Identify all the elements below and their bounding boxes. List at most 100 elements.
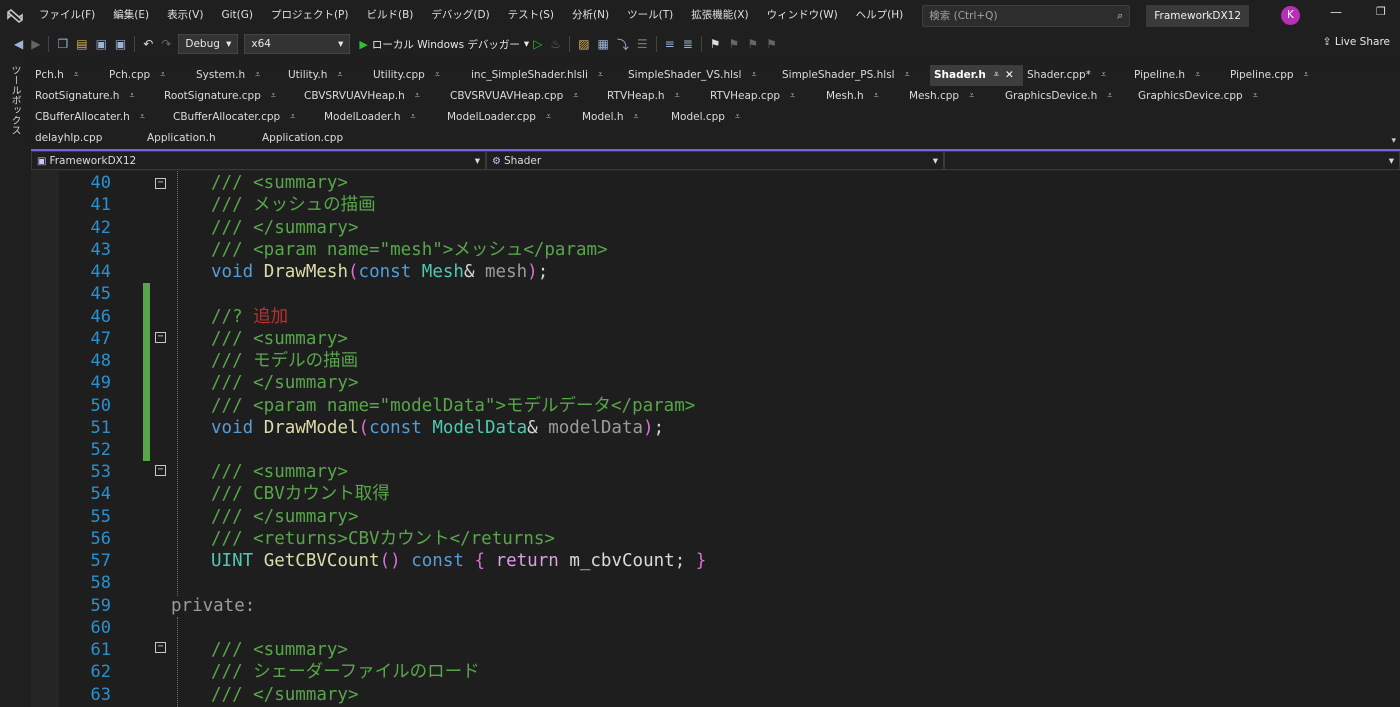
pin-icon[interactable]: ⩡ bbox=[735, 107, 740, 128]
minimize-icon[interactable]: — bbox=[1330, 5, 1342, 19]
clear-bookmarks-icon[interactable]: ⚑ bbox=[766, 37, 777, 51]
undo-icon[interactable]: ↶ bbox=[143, 37, 153, 51]
step-icon[interactable]: ⤵ bbox=[617, 36, 629, 53]
tab-utility-h[interactable]: Utility.h ⩡ bbox=[284, 65, 369, 86]
pin-icon[interactable]: ⩡ bbox=[994, 65, 999, 86]
tab-rtvheap-cpp[interactable]: RTVHeap.cpp ⩡ bbox=[706, 86, 822, 107]
redo-icon[interactable]: ↷ bbox=[161, 37, 171, 51]
pin-icon[interactable]: ⩡ bbox=[1101, 65, 1106, 86]
uncomment-icon[interactable]: ≣ bbox=[683, 37, 693, 51]
layout-icon[interactable]: ▦ bbox=[598, 37, 609, 51]
menu-debug[interactable]: デバッグ(D) bbox=[422, 0, 498, 31]
menu-tools[interactable]: ツール(T) bbox=[618, 0, 682, 31]
tab-delayhlp-cpp[interactable]: delayhlp.cpp bbox=[31, 128, 143, 149]
tab-model-h[interactable]: Model.h ⩡ bbox=[578, 107, 667, 128]
pin-icon[interactable]: ⩡ bbox=[129, 86, 134, 107]
pin-icon[interactable]: ⩡ bbox=[74, 65, 79, 86]
pin-icon[interactable]: ⩡ bbox=[1107, 86, 1112, 107]
search-input[interactable]: 検索 (Ctrl+Q) ⌕ bbox=[922, 4, 1131, 27]
tab-rootsignature-cpp[interactable]: RootSignature.cpp ⩡ bbox=[160, 86, 300, 107]
platform-select[interactable]: x64 ▾ bbox=[244, 34, 351, 54]
next-bookmark-icon[interactable]: ⚑ bbox=[747, 37, 758, 51]
project-dropdown[interactable]: ▣ FrameworkDX12 ▾ bbox=[31, 151, 486, 170]
tab-modelloader-cpp[interactable]: ModelLoader.cpp ⩡ bbox=[443, 107, 578, 128]
account-avatar[interactable]: K bbox=[1281, 6, 1300, 25]
tab-pipeline-cpp[interactable]: Pipeline.cpp ⩡ bbox=[1226, 65, 1336, 86]
tab-graphicsdevice-h[interactable]: GraphicsDevice.h ⩡ bbox=[1001, 86, 1134, 107]
tab-inc-simpleshader-hlsli[interactable]: inc_SimpleShader.hlsli ⩡ bbox=[467, 65, 624, 86]
pin-icon[interactable]: ⩡ bbox=[290, 107, 295, 128]
pin-icon[interactable]: ⩡ bbox=[969, 86, 974, 107]
pin-icon[interactable]: ⩡ bbox=[255, 65, 260, 86]
menu-file[interactable]: ファイル(F) bbox=[30, 0, 104, 31]
pin-icon[interactable]: ⩡ bbox=[546, 107, 551, 128]
pin-icon[interactable]: ⩡ bbox=[1253, 86, 1258, 107]
prev-bookmark-icon[interactable]: ⚑ bbox=[729, 37, 740, 51]
pin-icon[interactable]: ⩡ bbox=[598, 65, 603, 86]
pin-icon[interactable]: ⩡ bbox=[905, 65, 910, 86]
tab-simpleshader-ps-hlsl[interactable]: SimpleShader_PS.hlsl ⩡ bbox=[778, 65, 930, 86]
tab-rtvheap-h[interactable]: RTVHeap.h ⩡ bbox=[603, 86, 706, 107]
menu-window[interactable]: ウィンドウ(W) bbox=[758, 0, 847, 31]
hot-reload-icon[interactable]: ♨ bbox=[550, 37, 561, 51]
comment-out-icon[interactable]: ≡ bbox=[665, 37, 675, 51]
open-folder-icon[interactable]: ▤ bbox=[76, 37, 87, 51]
pin-icon[interactable]: ⩡ bbox=[435, 65, 440, 86]
tab-mesh-h[interactable]: Mesh.h ⩡ bbox=[822, 86, 905, 107]
tab-cbvsrvuavheap-cpp[interactable]: CBVSRVUAVHeap.cpp ⩡ bbox=[446, 86, 603, 107]
menu-build[interactable]: ビルド(B) bbox=[357, 0, 422, 31]
close-icon[interactable]: ✕ bbox=[1005, 65, 1014, 86]
tab-shader-h[interactable]: Shader.h ⩡ ✕ bbox=[930, 65, 1023, 86]
pin-icon[interactable]: ⩡ bbox=[573, 86, 578, 107]
tab-cbufferallocater-h[interactable]: CBufferAllocater.h ⩡ bbox=[31, 107, 169, 128]
tab-pch-cpp[interactable]: Pch.cpp ⩡ bbox=[105, 65, 192, 86]
tab-shader-cpp[interactable]: Shader.cpp* ⩡ bbox=[1023, 65, 1130, 86]
new-project-icon[interactable]: ❐ bbox=[57, 37, 68, 51]
pin-icon[interactable]: ⩡ bbox=[634, 107, 639, 128]
save-all-icon[interactable]: ▣ bbox=[115, 37, 126, 51]
back-icon[interactable]: ◀ bbox=[14, 37, 23, 51]
pin-icon[interactable]: ⩡ bbox=[1304, 65, 1309, 86]
tab-simpleshader-vs-hlsl[interactable]: SimpleShader_VS.hlsl ⩡ bbox=[624, 65, 778, 86]
restore-icon[interactable]: ❐ bbox=[1376, 5, 1386, 18]
pin-icon[interactable]: ⩡ bbox=[675, 86, 680, 107]
collapse-icon[interactable]: − bbox=[155, 465, 166, 476]
menu-analyze[interactable]: 分析(N) bbox=[563, 0, 618, 31]
browse-icon[interactable]: ▨ bbox=[578, 37, 589, 51]
pin-icon[interactable]: ⩡ bbox=[1195, 65, 1200, 86]
scope-dropdown[interactable]: ⚙ Shader ▾ bbox=[486, 151, 944, 170]
configuration-select[interactable]: Debug ▾ bbox=[178, 34, 239, 54]
menu-project[interactable]: プロジェクト(P) bbox=[262, 0, 358, 31]
collapse-icon[interactable]: − bbox=[155, 332, 166, 343]
toolbox-strip[interactable]: ツールボックス bbox=[0, 57, 30, 707]
pin-icon[interactable]: ⩡ bbox=[337, 65, 342, 86]
start-without-debugging-icon[interactable]: ▷ bbox=[533, 37, 542, 51]
visual-studio-logo-icon[interactable] bbox=[0, 0, 30, 31]
pin-icon[interactable]: ⩡ bbox=[790, 86, 795, 107]
tab-cbvsrvuavheap-h[interactable]: CBVSRVUAVHeap.h ⩡ bbox=[300, 86, 446, 107]
save-icon[interactable]: ▣ bbox=[96, 37, 107, 51]
menu-test[interactable]: テスト(S) bbox=[499, 0, 563, 31]
breakpoint-list-icon[interactable]: ☰ bbox=[637, 37, 648, 51]
tab-mesh-cpp[interactable]: Mesh.cpp ⩡ bbox=[905, 86, 1001, 107]
tab-rootsignature-h[interactable]: RootSignature.h ⩡ bbox=[31, 86, 160, 107]
tab-overflow-chevron-icon[interactable]: ▾ bbox=[1391, 136, 1396, 146]
menu-help[interactable]: ヘルプ(H) bbox=[847, 0, 913, 31]
indicator-margin[interactable] bbox=[31, 171, 59, 707]
bookmark-icon[interactable]: ⚑ bbox=[710, 37, 721, 51]
pin-icon[interactable]: ⩡ bbox=[411, 107, 416, 128]
forward-icon[interactable]: ▶ bbox=[31, 37, 40, 51]
tab-application-cpp[interactable]: Application.cpp bbox=[258, 128, 370, 149]
pin-icon[interactable]: ⩡ bbox=[874, 86, 879, 107]
pin-icon[interactable]: ⩡ bbox=[271, 86, 276, 107]
tab-pch-h[interactable]: Pch.h ⩡ bbox=[31, 65, 105, 86]
menu-view[interactable]: 表示(V) bbox=[158, 0, 212, 31]
tab-cbufferallocater-cpp[interactable]: CBufferAllocater.cpp ⩡ bbox=[169, 107, 320, 128]
member-dropdown[interactable]: ▾ bbox=[944, 151, 1400, 170]
tab-model-cpp[interactable]: Model.cpp ⩡ bbox=[667, 107, 770, 128]
start-debugging-button[interactable]: ▶ ローカル Windows デバッガー ▾ bbox=[359, 37, 529, 52]
pin-icon[interactable]: ⩡ bbox=[140, 107, 145, 128]
menu-git[interactable]: Git(G) bbox=[212, 0, 262, 31]
tab-utility-cpp[interactable]: Utility.cpp ⩡ bbox=[369, 65, 467, 86]
tab-system-h[interactable]: System.h ⩡ bbox=[192, 65, 284, 86]
